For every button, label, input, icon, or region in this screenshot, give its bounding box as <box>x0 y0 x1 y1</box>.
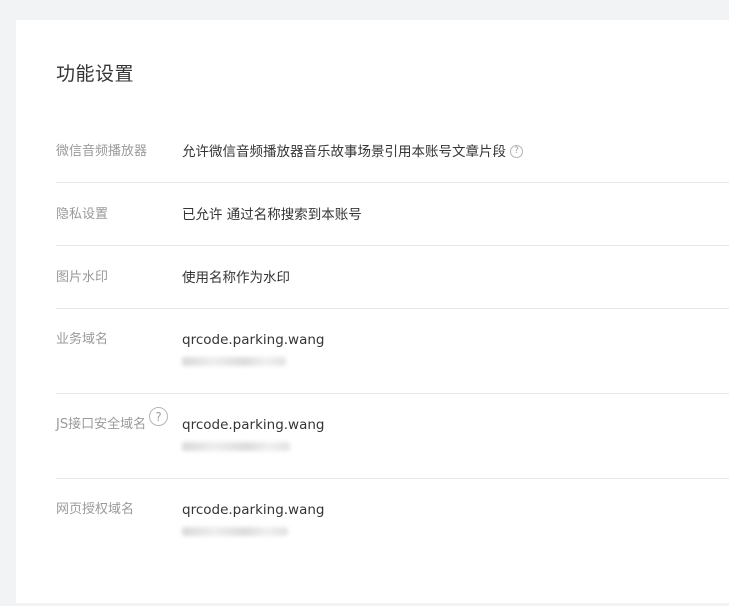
setting-label-audio-player: 微信音频播放器 <box>56 144 148 159</box>
redacted-domain <box>182 527 288 536</box>
help-icon[interactable]: ? <box>149 407 168 426</box>
setting-value-js-domain: qrcode.parking.wang <box>182 414 729 478</box>
setting-value-privacy: 已允许 通过名称搜索到本账号 <box>182 207 362 223</box>
business-domain-text: qrcode.parking.wang <box>182 332 325 348</box>
setting-value-watermark: 使用名称作为水印 <box>182 270 290 286</box>
settings-card: 功能设置 微信音频播放器 允许微信音频播放器音乐故事场景引用本账号文章片段? 隐… <box>16 20 729 603</box>
setting-row-business-domain: 业务域名 qrcode.parking.wang <box>56 309 729 394</box>
settings-list: 微信音频播放器 允许微信音频播放器音乐故事场景引用本账号文章片段? 隐私设置 已… <box>56 121 729 564</box>
setting-row-watermark: 图片水印 使用名称作为水印 <box>56 246 729 309</box>
setting-label-js-domain: JS接口安全域名 <box>56 417 147 432</box>
page-title: 功能设置 <box>56 63 135 85</box>
redacted-domain <box>182 442 290 451</box>
setting-value-audio-player: 允许微信音频播放器音乐故事场景引用本账号文章片段? <box>182 141 729 182</box>
help-icon[interactable]: ? <box>510 144 523 158</box>
setting-value-business-domain: qrcode.parking.wang <box>182 329 729 393</box>
setting-row-oauth-domain: 网页授权域名 qrcode.parking.wang <box>56 479 729 564</box>
oauth-domain-text: qrcode.parking.wang <box>182 502 325 518</box>
setting-row-audio-player: 微信音频播放器 允许微信音频播放器音乐故事场景引用本账号文章片段? <box>56 121 729 183</box>
js-domain-text: qrcode.parking.wang <box>182 417 325 433</box>
setting-label-business-domain: 业务域名 <box>56 332 109 347</box>
setting-value-oauth-domain: qrcode.parking.wang <box>182 499 729 564</box>
setting-label-privacy: 隐私设置 <box>56 207 109 222</box>
redacted-domain <box>182 357 286 366</box>
setting-label-oauth-domain: 网页授权域名 <box>56 502 135 517</box>
audio-player-permission-text: 允许微信音频播放器音乐故事场景引用本账号文章片段 <box>182 144 506 160</box>
setting-label-watermark: 图片水印 <box>56 270 109 285</box>
setting-row-js-domain: JS接口安全域名 ? qrcode.parking.wang <box>56 394 729 479</box>
setting-row-privacy: 隐私设置 已允许 通过名称搜索到本账号 <box>56 183 729 246</box>
